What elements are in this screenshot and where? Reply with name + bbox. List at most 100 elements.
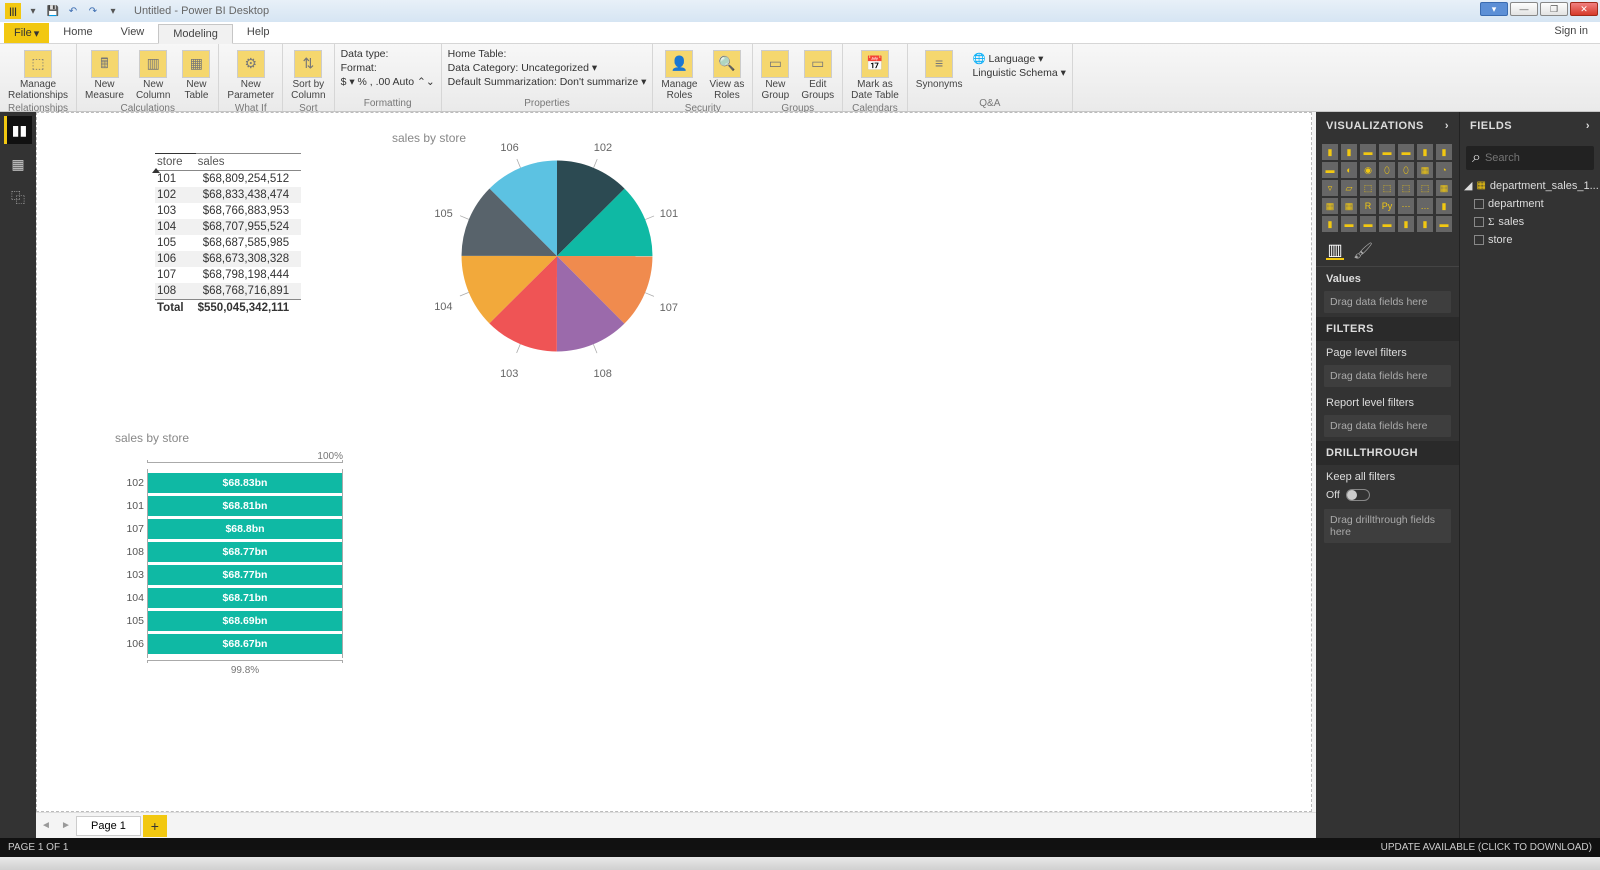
- new-parameter-button[interactable]: ⚙New Parameter: [225, 48, 276, 103]
- field-table[interactable]: ◢▦department_sales_1...: [1460, 176, 1600, 195]
- field-store[interactable]: store: [1460, 231, 1600, 249]
- view-as-roles-button[interactable]: 🔍View as Roles: [708, 48, 747, 103]
- viz-type-icon[interactable]: ▬: [1341, 216, 1357, 232]
- mark-date-table-button[interactable]: 📅Mark as Date Table: [849, 48, 901, 103]
- viz-type-icon[interactable]: ⬯: [1379, 162, 1395, 178]
- tab-modeling[interactable]: Modeling: [158, 24, 233, 44]
- model-view-button[interactable]: ⿻: [4, 184, 32, 212]
- viz-type-icon[interactable]: ⬚: [1360, 180, 1376, 196]
- new-column-button[interactable]: ▥New Column: [134, 48, 172, 103]
- data-view-button[interactable]: ▦: [4, 150, 32, 178]
- update-available-link[interactable]: UPDATE AVAILABLE (CLICK TO DOWNLOAD): [1381, 842, 1592, 853]
- checkbox-icon[interactable]: [1474, 217, 1484, 227]
- viz-type-icon[interactable]: Py: [1379, 198, 1395, 214]
- new-table-button[interactable]: ▦New Table: [180, 48, 212, 103]
- collapse-icon[interactable]: ›: [1445, 120, 1449, 132]
- viz-type-icon[interactable]: ▿: [1322, 180, 1338, 196]
- viz-type-icon[interactable]: ▦: [1436, 180, 1452, 196]
- viz-type-icon[interactable]: ▬: [1379, 144, 1395, 160]
- save-icon[interactable]: 💾: [44, 2, 62, 20]
- page-next-button[interactable]: ►: [56, 820, 76, 831]
- viz-type-icon[interactable]: ◐: [1341, 162, 1357, 178]
- viz-type-icon[interactable]: ▬: [1322, 162, 1338, 178]
- viz-type-icon[interactable]: ▦: [1322, 198, 1338, 214]
- field-sales[interactable]: Σsales: [1460, 213, 1600, 231]
- undo-icon[interactable]: ↶: [64, 2, 82, 20]
- page-tab-1[interactable]: Page 1: [76, 816, 141, 836]
- checkbox-icon[interactable]: [1474, 235, 1484, 245]
- minimize-button[interactable]: —: [1510, 2, 1538, 16]
- tab-view[interactable]: View: [107, 23, 159, 43]
- checkbox-icon[interactable]: [1474, 199, 1484, 209]
- search-input[interactable]: [1485, 152, 1588, 164]
- format-tab-icon[interactable]: 🖌: [1354, 242, 1372, 260]
- values-dropzone[interactable]: Drag data fields here: [1324, 291, 1451, 313]
- collapse-icon[interactable]: ›: [1586, 120, 1590, 132]
- viz-type-icon[interactable]: ◔: [1436, 162, 1452, 178]
- viz-type-icon[interactable]: ▮: [1436, 198, 1452, 214]
- default-summ-dropdown[interactable]: Default Summarization: Don't summarize ▾: [448, 76, 647, 88]
- sort-by-column-button[interactable]: ⇅Sort by Column: [289, 48, 327, 103]
- report-canvas[interactable]: sales by store storesales101$68,809,254,…: [36, 112, 1312, 812]
- bar-visual[interactable]: sales by store 100% 102$68.83bn101$68.81…: [115, 431, 375, 676]
- viz-type-icon[interactable]: ▮: [1417, 144, 1433, 160]
- viz-type-icon[interactable]: ▱: [1341, 180, 1357, 196]
- pie-visual[interactable]: 102101107108103104105106: [392, 131, 722, 361]
- page-filters-dropzone[interactable]: Drag data fields here: [1324, 365, 1451, 387]
- viz-type-icon[interactable]: ▬: [1379, 216, 1395, 232]
- viz-type-icon[interactable]: ⋯: [1398, 198, 1414, 214]
- sign-in-link[interactable]: Sign in: [1554, 25, 1588, 37]
- fields-tab-icon[interactable]: ▥: [1326, 242, 1344, 260]
- viz-type-icon[interactable]: ▮: [1417, 216, 1433, 232]
- new-group-button[interactable]: ▭New Group: [759, 48, 791, 103]
- data-type-dropdown[interactable]: Data type:: [341, 48, 435, 60]
- viz-type-icon[interactable]: ▬: [1360, 144, 1376, 160]
- synonyms-button[interactable]: ≡Synonyms: [914, 48, 965, 92]
- tab-file[interactable]: File▾: [4, 23, 49, 43]
- viz-type-icon[interactable]: ▮: [1322, 144, 1338, 160]
- viz-type-icon[interactable]: ▮: [1436, 144, 1452, 160]
- report-filters-dropzone[interactable]: Drag data fields here: [1324, 415, 1451, 437]
- page-prev-button[interactable]: ◄: [36, 820, 56, 831]
- new-measure-button[interactable]: 🖩New Measure: [83, 48, 126, 103]
- report-view-button[interactable]: ▮▮: [4, 116, 32, 144]
- viz-type-icon[interactable]: ▮: [1398, 216, 1414, 232]
- viz-type-icon[interactable]: ▬: [1436, 216, 1452, 232]
- viz-type-icon[interactable]: ⬚: [1417, 180, 1433, 196]
- keep-filters-toggle[interactable]: [1346, 489, 1370, 501]
- viz-type-icon[interactable]: ⬚: [1398, 180, 1414, 196]
- linguistic-schema-dropdown[interactable]: Linguistic Schema ▾: [972, 67, 1065, 79]
- home-table-dropdown[interactable]: Home Table:: [448, 48, 647, 60]
- maximize-button[interactable]: ❐: [1540, 2, 1568, 16]
- help-button[interactable]: ▾: [1480, 2, 1508, 16]
- data-category-dropdown[interactable]: Data Category: Uncategorized ▾: [448, 62, 647, 74]
- drillthrough-dropzone[interactable]: Drag drillthrough fields here: [1324, 509, 1451, 543]
- dropdown-icon[interactable]: ▾: [24, 2, 42, 20]
- viz-type-icon[interactable]: ▦: [1341, 198, 1357, 214]
- qat-more-icon[interactable]: ▾: [104, 2, 122, 20]
- table-visual[interactable]: storesales101$68,809,254,512102$68,833,4…: [155, 153, 301, 316]
- viz-type-icon[interactable]: ⬚: [1379, 180, 1395, 196]
- tab-help[interactable]: Help: [233, 23, 284, 43]
- tab-home[interactable]: Home: [49, 23, 106, 43]
- format-dropdown[interactable]: Format:: [341, 62, 435, 74]
- add-page-button[interactable]: +: [143, 815, 167, 837]
- viz-type-icon[interactable]: ▮: [1341, 144, 1357, 160]
- language-dropdown[interactable]: 🌐 Language ▾: [972, 52, 1065, 65]
- format-symbols[interactable]: $ ▾ % , .00 Auto ⌃⌄: [341, 76, 435, 88]
- manage-relationships-button[interactable]: ⬚Manage Relationships: [6, 48, 70, 103]
- viz-type-icon[interactable]: ◉: [1360, 162, 1376, 178]
- manage-roles-button[interactable]: 👤Manage Roles: [659, 48, 699, 103]
- viz-type-icon[interactable]: ▮: [1322, 216, 1338, 232]
- viz-type-icon[interactable]: R: [1360, 198, 1376, 214]
- field-department[interactable]: department: [1460, 195, 1600, 213]
- close-button[interactable]: ✕: [1570, 2, 1598, 16]
- viz-type-icon[interactable]: ▦: [1417, 162, 1433, 178]
- viz-type-icon[interactable]: ▬: [1360, 216, 1376, 232]
- redo-icon[interactable]: ↷: [84, 2, 102, 20]
- viz-type-icon[interactable]: …: [1417, 198, 1433, 214]
- fields-search[interactable]: ⌕: [1466, 146, 1594, 170]
- viz-type-icon[interactable]: ⬯: [1398, 162, 1414, 178]
- edit-groups-button[interactable]: ▭Edit Groups: [799, 48, 836, 103]
- viz-type-icon[interactable]: ▬: [1398, 144, 1414, 160]
